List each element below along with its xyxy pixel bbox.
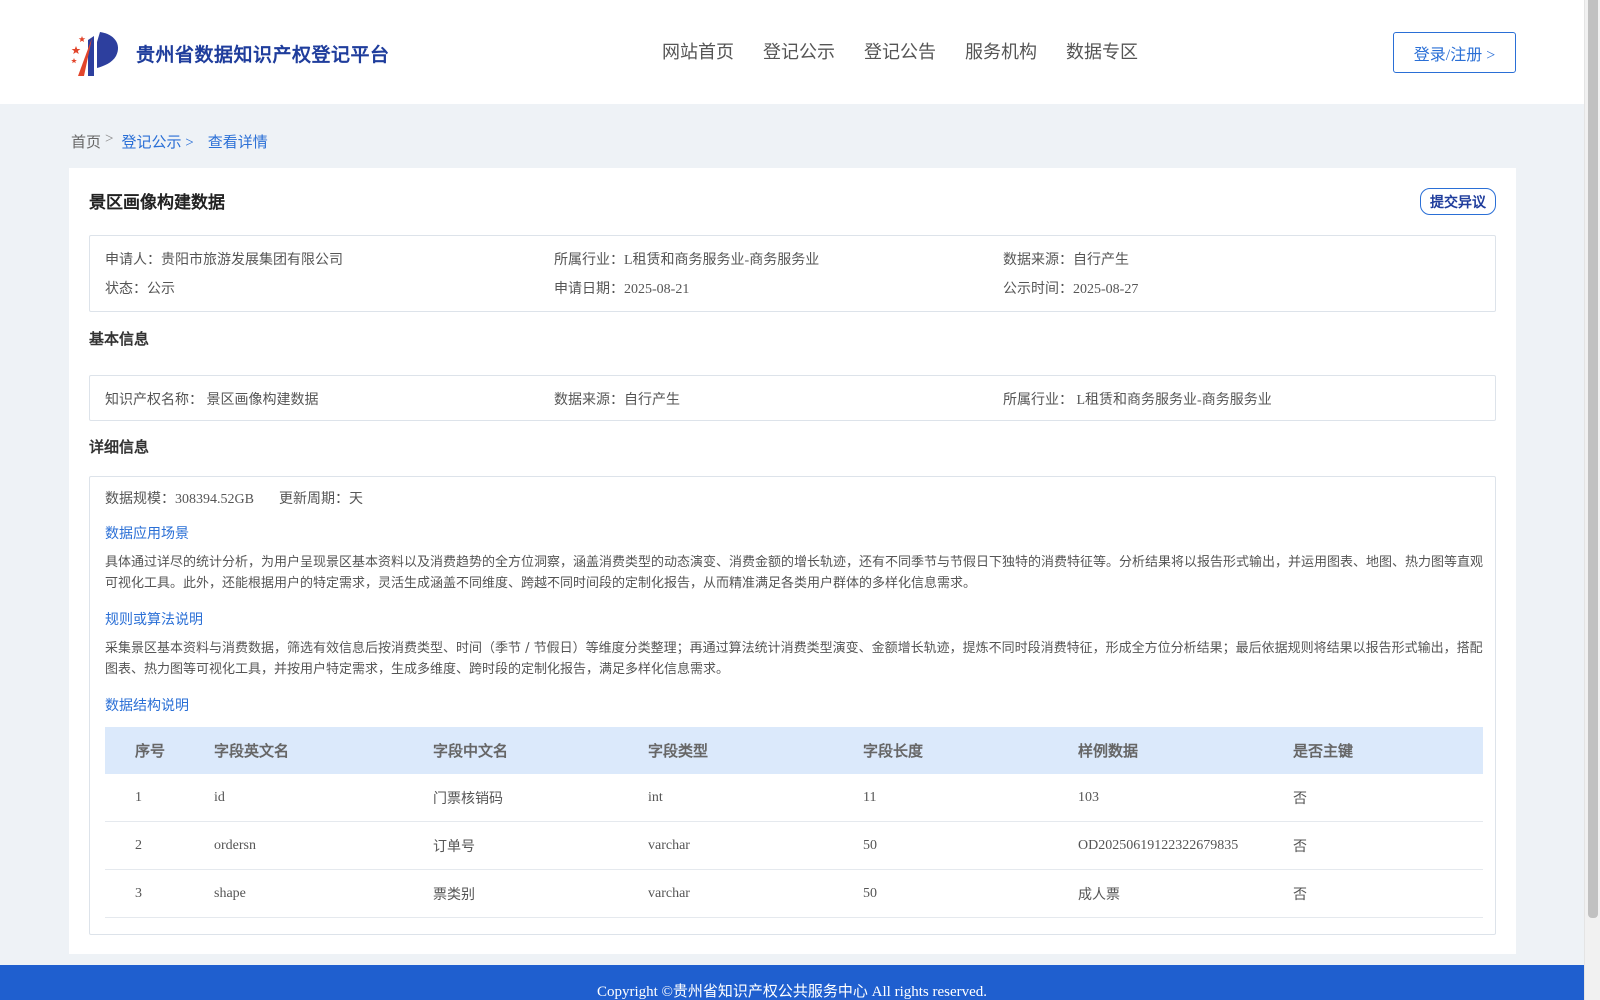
publish-time-label: 公示时间： [1003,282,1073,297]
table-header: 序号 字段英文名 字段中文名 字段类型 字段长度 样例数据 是否主键 [105,727,1483,774]
apply-date-label: 申请日期： [554,282,624,297]
nav-service-agencies[interactable]: 服务机构 [965,38,1037,64]
industry-field: 所属行业：L租赁和商务服务业-商务服务业 [554,249,819,269]
industry-value: L租赁和商务服务业-商务服务业 [624,253,820,268]
basic-industry-label: 所属行业： [1003,393,1073,408]
cell-field-length: 50 [863,885,877,901]
cell-primary-key: 否 [1293,887,1307,903]
basic-source-field: 数据来源：自行产生 [554,389,680,409]
nav-home[interactable]: 网站首页 [662,38,734,64]
basic-industry-field: 所属行业： L租赁和商务服务业-商务服务业 [1003,389,1272,409]
footer-copyright: Copyright ©贵州省知识产权公共服务中心 All rights rese… [596,984,988,1000]
table-row: 1 id 门票核销码 int 11 103 否 [105,774,1483,822]
nav-registration-publicity[interactable]: 登记公示 [763,38,835,64]
scenario-heading: 数据应用场景 [105,527,189,542]
cycle-label: 更新周期： [278,492,349,507]
industry-label: 所属行业： [554,253,624,268]
site-logo[interactable]: 贵州省数据知识产权登记平台 [70,28,390,78]
submit-objection-button[interactable]: 提交异议 [1420,188,1496,215]
cell-field-length: 11 [863,789,877,805]
status-field: 状态：公示 [105,278,175,298]
status-value: 公示 [147,282,175,297]
breadcrumb-home[interactable]: 首页 [71,131,101,152]
cell-field-type: varchar [648,837,690,853]
table-row: 3 shape 票类别 varchar 50 成人票 否 [105,870,1483,918]
applicant-value: 贵阳市旅游发展集团有限公司 [161,253,343,268]
cell-field-cn: 订单号 [433,839,475,855]
nav-registration-announcement[interactable]: 登记公告 [864,38,936,64]
col-index: 序号 [135,744,166,760]
cell-field-length: 50 [863,837,877,853]
cell-primary-key: 否 [1293,839,1307,855]
basic-source-label: 数据来源： [554,393,624,408]
cell-index: 2 [135,837,142,853]
breadcrumb-separator: > [105,131,114,147]
basic-source-value: 自行产生 [624,393,680,408]
site-footer: Copyright ©贵州省知识产权公共服务中心 All rights rese… [0,965,1584,1000]
cell-sample: 103 [1078,789,1099,805]
status-label: 状态： [105,282,147,297]
basic-industry-value: L租赁和商务服务业-商务服务业 [1076,393,1272,408]
structure-heading: 数据结构说明 [105,699,189,714]
cell-field-en: ordersn [214,837,256,853]
apply-date-value: 2025-08-21 [624,282,690,297]
basic-info-heading: 基本信息 [89,332,150,348]
site-header: 贵州省数据知识产权登记平台 网站首页 登记公示 登记公告 服务机构 数据专区 登… [0,0,1584,104]
page-scrollbar[interactable] [1584,0,1600,1000]
col-primary-key: 是否主键 [1293,744,1354,760]
table-row: 2 ordersn 订单号 varchar 50 OD2025061912232… [105,822,1483,870]
cell-sample: 成人票 [1078,887,1120,903]
col-field-length: 字段长度 [863,744,924,760]
logo-text: 贵州省数据知识产权登记平台 [136,44,390,66]
ip-name-field: 知识产权名称： 景区画像构建数据 [105,389,319,409]
col-field-en: 字段英文名 [214,744,290,760]
summary-box: 申请人：贵阳市旅游发展集团有限公司 所属行业：L租赁和商务服务业-商务服务业 数… [89,235,1496,312]
apply-date-field: 申请日期：2025-08-21 [554,278,689,298]
applicant-label: 申请人： [105,253,161,268]
cell-field-en: shape [214,885,246,901]
source-field: 数据来源：自行产生 [1003,249,1129,269]
algorithm-heading: 规则或算法说明 [105,613,203,628]
detail-info-heading: 详细信息 [89,440,150,456]
cell-index: 3 [135,885,142,901]
cell-field-type: int [648,789,663,805]
logo-emblem-icon [71,32,119,76]
col-field-cn: 字段中文名 [433,744,509,760]
scale-cycle-field: 数据规模：308394.52GB 更新周期：天 [105,488,363,508]
breadcrumb-publicity[interactable]: 登记公示 > [121,131,193,152]
nav-data-zone[interactable]: 数据专区 [1066,38,1138,64]
scenario-text: 具体通过详尽的统计分析，为用户呈现景区基本资料以及消费趋势的全方位洞察，涵盖消费… [105,555,1484,591]
applicant-field: 申请人：贵阳市旅游发展集团有限公司 [105,249,343,269]
ip-name-value: 景区画像构建数据 [206,393,319,408]
detail-card: 景区画像构建数据 提交异议 申请人：贵阳市旅游发展集团有限公司 所属行业：L租赁… [69,168,1516,954]
basic-info-box: 知识产权名称： 景区画像构建数据 数据来源：自行产生 所属行业： L租赁和商务服… [89,375,1496,421]
breadcrumb-current: 查看详情 [207,135,268,151]
data-structure-table: 序号 字段英文名 字段中文名 字段类型 字段长度 样例数据 是否主键 1 id … [105,727,1483,918]
ip-name-label: 知识产权名称： [105,393,203,408]
source-label: 数据来源： [1003,253,1073,268]
cell-field-type: varchar [648,885,690,901]
scrollbar-thumb[interactable] [1588,0,1598,918]
cycle-value: 天 [348,492,363,507]
cell-primary-key: 否 [1293,791,1307,807]
cell-sample: OD20250619122322679835 [1078,837,1239,853]
cell-field-en: id [214,789,225,805]
algorithm-text: 采集景区基本资料与消费数据，筛选有效信息后按消费类型、时间（季节 / 节假日）等… [105,641,1483,677]
cell-field-cn: 门票核销码 [433,791,503,807]
col-field-type: 字段类型 [648,744,709,760]
main-nav: 网站首页 登记公示 登记公告 服务机构 数据专区 [662,38,1167,64]
col-sample: 样例数据 [1078,744,1139,760]
publish-time-field: 公示时间：2025-08-27 [1003,278,1138,298]
cell-index: 1 [135,789,142,805]
publish-time-value: 2025-08-27 [1073,282,1139,297]
cell-field-cn: 票类别 [433,887,475,903]
breadcrumb: 首页 > 登记公示 > 查看详情 [71,131,268,152]
scale-label: 数据规模： [105,492,175,507]
detail-info-box: 数据规模：308394.52GB 更新周期：天 数据应用场景 具体通过详尽的统计… [89,476,1496,935]
login-register-button[interactable]: 登录/注册 > [1393,32,1516,73]
source-value: 自行产生 [1073,253,1129,268]
scale-value: 308394.52GB [175,492,254,507]
page-title: 景区画像构建数据 [89,193,225,212]
